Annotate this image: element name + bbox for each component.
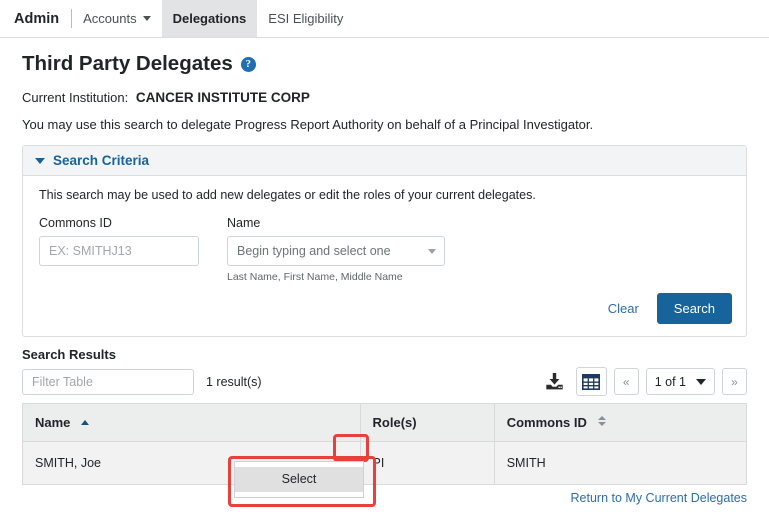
sort-both-icon — [597, 416, 606, 426]
chevron-down-icon — [142, 16, 151, 21]
search-criteria-header[interactable]: Search Criteria — [23, 146, 746, 176]
nav-item-delegations-label: Delegations — [172, 11, 247, 26]
commons-id-label: Commons ID — [39, 216, 112, 230]
search-criteria-actions: Clear Search — [23, 289, 746, 336]
filter-table-input[interactable] — [22, 368, 194, 395]
table-row: SMITH, Joe PI SMITH — [22, 441, 748, 485]
column-header-name-label: Name — [35, 415, 71, 430]
search-fields-row: Commons ID Name Begin typing and select … — [39, 216, 730, 283]
column-header-roles-label: Role(s) — [372, 415, 417, 430]
dropdown-item-select[interactable]: Select — [235, 467, 363, 492]
name-field-group: Name Begin typing and select one Last Na… — [227, 216, 445, 283]
search-criteria-body: This search may be used to add new deleg… — [23, 176, 746, 289]
search-criteria-title: Search Criteria — [53, 153, 150, 168]
page-title: Third Party Delegates ? — [22, 52, 747, 76]
pagination-prev-button[interactable]: « — [613, 368, 639, 395]
results-toolbar-right: « 1 of 1 » — [541, 367, 747, 396]
page-intro-text: You may use this search to delegate Prog… — [22, 117, 594, 132]
current-institution: Current Institution: CANCER INSTITUTE CO… — [22, 90, 747, 105]
table-grid-icon[interactable] — [575, 367, 607, 396]
search-criteria-description: This search may be used to add new deleg… — [39, 188, 536, 202]
column-header-roles[interactable]: Role(s) — [359, 403, 495, 442]
name-label: Name — [227, 216, 261, 230]
nav-item-esi-eligibility[interactable]: ESI Eligibility — [257, 0, 354, 37]
question-mark-circle-icon[interactable]: ? — [240, 56, 256, 72]
current-institution-label: Current Institution: — [22, 90, 129, 105]
name-typeahead-placeholder: Begin typing and select one — [237, 244, 391, 258]
nav-item-esi-eligibility-label: ESI Eligibility — [268, 11, 344, 26]
download-icon[interactable] — [541, 368, 569, 396]
table-header-row: Name Role(s) Commons ID — [22, 403, 748, 442]
search-button[interactable]: Search — [656, 293, 732, 324]
result-count-text: 1 result(s) — [206, 374, 262, 389]
results-toolbar-left: 1 result(s) — [22, 368, 262, 395]
table-body: SMITH, Joe PI SMITH — [22, 441, 748, 485]
commons-id-input[interactable] — [39, 236, 199, 266]
return-to-current-delegates-link[interactable]: Return to My Current Delegates — [571, 491, 747, 505]
column-header-commons-id[interactable]: Commons ID — [493, 403, 748, 442]
page-title-text: Third Party Delegates — [22, 52, 233, 75]
search-results-title: Search Results — [22, 347, 116, 362]
page-content: Third Party Delegates ? Current Institut… — [0, 38, 769, 485]
cell-commons-id: SMITH — [493, 441, 748, 485]
nav-item-accounts[interactable]: Accounts — [72, 0, 161, 37]
current-institution-name: CANCER INSTITUTE CORP — [135, 90, 310, 105]
footer-links: Return to My Current Delegates — [571, 490, 747, 505]
row-actions-dropdown: Select — [234, 461, 364, 498]
search-criteria-card: Search Criteria This search may be used … — [22, 145, 747, 337]
name-typeahead-select[interactable]: Begin typing and select one — [227, 236, 445, 266]
commons-id-field-group: Commons ID — [39, 216, 199, 283]
chevron-down-icon — [696, 378, 706, 385]
search-results-table: Name Role(s) Commons ID SMITH, Joe PI SM… — [22, 403, 748, 485]
clear-button[interactable]: Clear — [606, 297, 641, 320]
name-field-hint: Last Name, First Name, Middle Name — [227, 271, 403, 283]
column-header-commons-id-label: Commons ID — [506, 415, 587, 430]
column-header-name[interactable]: Name — [22, 403, 361, 442]
cell-name-value: SMITH, Joe — [35, 456, 101, 470]
cell-roles: PI — [359, 441, 495, 485]
search-results-toolbar: 1 result(s) « 1 o — [22, 367, 747, 396]
chevron-down-icon — [428, 249, 436, 254]
pagination-page-select[interactable]: 1 of 1 — [645, 368, 715, 395]
pagination-next-button[interactable]: » — [722, 368, 747, 395]
nav-brand-admin: Admin — [14, 10, 60, 27]
nav-item-accounts-label: Accounts — [83, 11, 137, 26]
table-head: Name Role(s) Commons ID — [22, 403, 748, 442]
sort-ascending-icon — [81, 420, 90, 425]
caret-down-icon — [35, 157, 45, 164]
pagination-page-indicator: 1 of 1 — [654, 374, 686, 389]
nav-item-delegations[interactable]: Delegations — [161, 0, 258, 37]
name-select-wrap: Begin typing and select one — [227, 236, 445, 266]
top-navigation-bar: Admin Accounts Delegations ESI Eligibili… — [0, 0, 769, 38]
